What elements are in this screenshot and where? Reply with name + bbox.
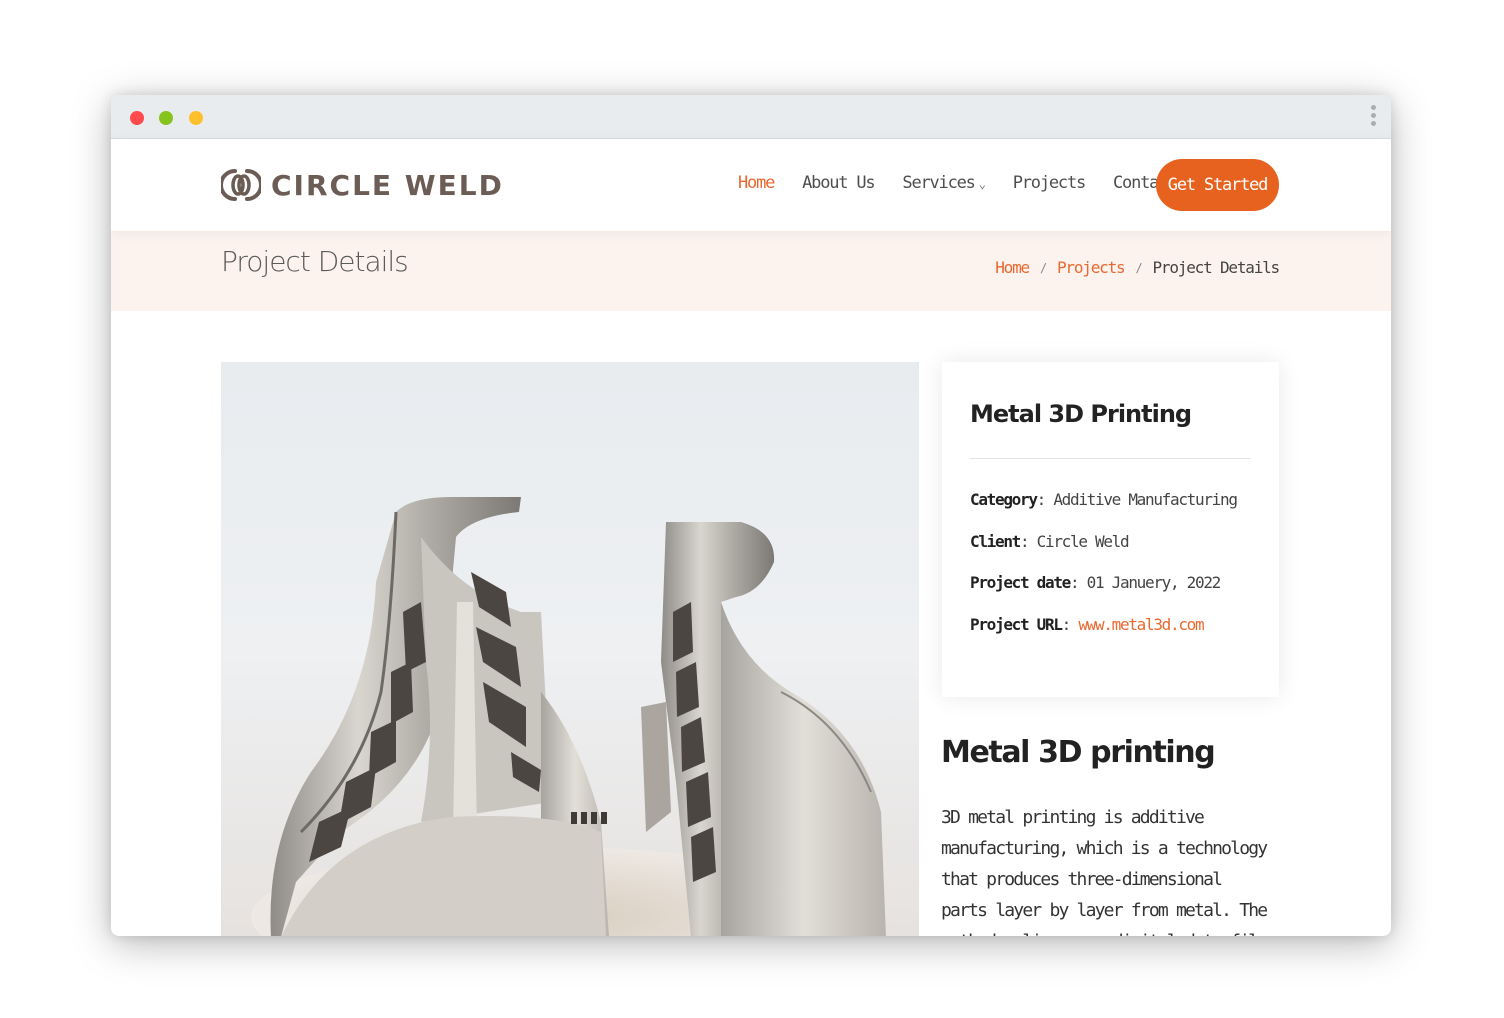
impeller-illustration [251, 497, 886, 936]
main-nav: Home About Us Services ⌄ Projects Contact [738, 173, 1204, 199]
site-header: CIRCLE WELD Home About Us Services ⌄ Proj… [111, 139, 1391, 231]
description-heading: Metal 3D printing [941, 735, 1216, 770]
breadcrumb-separator: / [1039, 260, 1047, 275]
project-info-list: Category: Additive Manufacturing Client:… [970, 488, 1238, 654]
info-value: Additive Manufacturing [1053, 490, 1238, 509]
breadcrumb-separator: / [1135, 260, 1142, 275]
info-value: 01 Januery, 2022 [1086, 573, 1222, 593]
zoom-window-button[interactable] [189, 111, 203, 125]
description-text: 3D metal printing is additive manufactur… [941, 807, 1268, 936]
info-label: Project URL [970, 614, 1063, 634]
project-image [221, 362, 919, 936]
nav-services[interactable]: Services ⌄ [902, 173, 986, 199]
info-row-date: Project date: 01 Januery, 2022 [970, 573, 1222, 593]
browser-window: CIRCLE WELD Home About Us Services ⌄ Proj… [111, 95, 1391, 936]
nav-about-us[interactable]: About Us [802, 173, 875, 199]
info-label: Category [970, 490, 1038, 509]
page-title: Project Details [221, 245, 409, 278]
page-title-bar: Project Details Home / Projects / Projec… [111, 231, 1391, 311]
window-titlebar [111, 95, 1391, 139]
breadcrumb-projects[interactable]: Projects [1057, 258, 1126, 277]
circle-weld-logo-icon [221, 169, 261, 201]
brand-name: CIRCLE WELD [271, 168, 504, 202]
info-label: Project date [970, 573, 1071, 593]
more-options-icon[interactable] [1371, 105, 1377, 129]
brand-logo[interactable]: CIRCLE WELD [221, 167, 504, 203]
info-value: Circle Weld [1036, 531, 1130, 551]
project-info-card: Metal 3D Printing Category: Additive Man… [942, 362, 1279, 697]
chevron-down-icon: ⌄ [978, 177, 986, 191]
breadcrumb-home[interactable]: Home [995, 258, 1030, 277]
project-info-title: Metal 3D Printing [970, 400, 1192, 428]
breadcrumb-current: Project Details [1152, 258, 1281, 277]
nav-projects[interactable]: Projects [1013, 173, 1086, 199]
nav-home[interactable]: Home [738, 173, 775, 199]
get-started-button[interactable]: Get Started [1156, 159, 1279, 211]
info-label: Client [970, 531, 1021, 551]
info-row-url: Project URL: www.metal3d.com [970, 614, 1205, 634]
breadcrumb: Home / Projects / Project Details [995, 258, 1281, 277]
project-url-link[interactable]: www.metal3d.com [1078, 615, 1204, 634]
minimize-window-button[interactable] [159, 111, 173, 125]
info-row-client: Client: Circle Weld [970, 531, 1130, 551]
divider [970, 458, 1251, 459]
close-window-button[interactable] [130, 111, 144, 125]
info-row-category: Category: Additive Manufacturing [970, 490, 1238, 509]
nav-services-label: Services [902, 173, 975, 193]
